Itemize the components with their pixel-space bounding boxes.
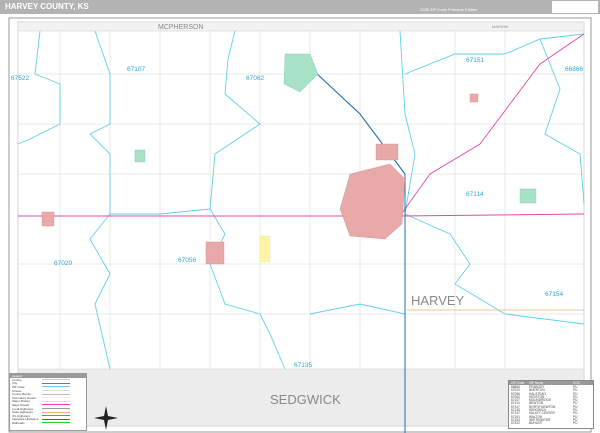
zip-label: 67056: [178, 257, 196, 264]
legend-item: Railroads: [12, 420, 25, 425]
zip-label: 67107: [127, 66, 145, 73]
publisher-logo: [552, 1, 598, 13]
county-label-mcpherson: MCPHERSON: [158, 24, 204, 31]
map-header: HARVEY COUNTY, KS 2026 ZIP Code Premium …: [0, 0, 600, 14]
map-legend: Legend County City ZIP Code Streets Coun…: [9, 373, 87, 431]
zip-code-map[interactable]: 67107 67062 67151 66866 67522 67114 6702…: [0, 14, 600, 433]
zip-label: 67154: [545, 291, 563, 298]
county-label-sedgwick: SEDGWICK: [270, 392, 341, 407]
county-label-marion: MARION: [492, 24, 508, 29]
table-cell: PU: [573, 421, 578, 426]
table-cell: 67522: [511, 421, 520, 426]
zip-label: 67522: [11, 75, 29, 82]
zip-label: 67020: [54, 260, 72, 267]
zip-label: 67151: [466, 57, 484, 64]
county-label-harvey: HARVEY: [411, 293, 465, 308]
zip-label: 66866: [565, 66, 583, 73]
zip-label: 67135: [294, 362, 312, 369]
edition-label: 2026 ZIP Code Premium Edition: [420, 7, 478, 12]
zip-label: 67062: [246, 75, 264, 82]
table-cell: BUHLER: [529, 421, 542, 426]
table-row: 67522 BUHLER PU: [509, 421, 593, 426]
map-title: HARVEY COUNTY, KS: [5, 2, 89, 11]
zip-label: 67114: [466, 191, 484, 198]
zip-code-table: ZIP Code ZIP Name COC 66866 PEABODY PU 67020 B…: [508, 380, 594, 429]
